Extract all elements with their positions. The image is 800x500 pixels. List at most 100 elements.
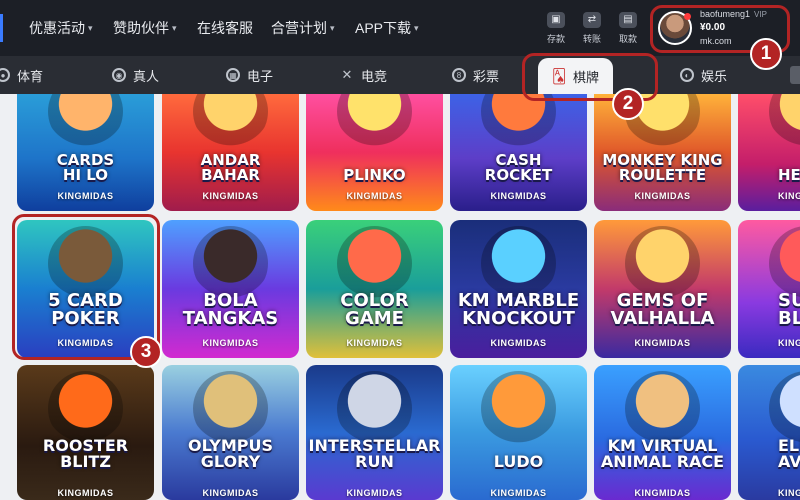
deposit-button[interactable]: ▣ 存款	[545, 0, 567, 56]
game-provider-logo: KINGMIDAS	[57, 488, 114, 498]
nav-label: 优惠活动	[29, 20, 85, 36]
deposit-label: 存款	[546, 33, 565, 44]
chevron-down-icon: ▾	[88, 22, 93, 33]
category-label: 彩票	[473, 68, 500, 84]
nav-label: 合营计划	[271, 20, 327, 36]
game-title: ANDAR BAHAR	[162, 153, 299, 183]
game-title-line: HI LO	[62, 166, 109, 184]
game-title: MONKEY KING ROULETTE	[594, 153, 731, 183]
transfer-button[interactable]: ⇄ 转账	[581, 0, 603, 56]
game-title-line: KNOCKOUT	[462, 308, 575, 329]
game-tile[interactable]: HE KINGMIDAS	[738, 94, 800, 211]
game-title-line: ANIMAL RACE	[600, 452, 725, 471]
game-tile[interactable]: SUGBLA KINGMIDAS	[738, 220, 800, 358]
nav-item-promotions[interactable]: 优惠活动 ▾	[29, 0, 93, 56]
game-tile[interactable]: CARDS HI LO KINGMIDAS	[17, 94, 154, 211]
game-character-art	[625, 371, 700, 446]
game-title: ROOSTER BLITZ	[17, 438, 154, 470]
game-tile[interactable]: BOLA TANGKAS KINGMIDAS	[162, 220, 299, 358]
game-tile[interactable]: OLYMPUS GLORY KINGMIDAS	[162, 365, 299, 500]
game-provider-logo: KINGMIDAS	[778, 191, 800, 201]
transfer-label: 转账	[582, 33, 601, 44]
game-tile[interactable]: KM VIRTUAL ANIMAL RACE KINGMIDAS	[594, 365, 731, 500]
nav-item-app-download[interactable]: APP下载 ▾	[355, 0, 419, 56]
nav-item-sponsors[interactable]: 赞助伙伴 ▾	[113, 0, 177, 56]
game-title-line: ROCKET	[484, 166, 553, 184]
game-tile[interactable]: GEMS OF VALHALLA KINGMIDAS	[594, 220, 731, 358]
nav-label: 在线客服	[197, 20, 253, 36]
game-title: BOLA TANGKAS	[162, 292, 299, 328]
category-live[interactable]: ◉ 真人	[112, 56, 159, 94]
game-title: CASH ROCKET	[450, 153, 587, 183]
withdraw-label: 取款	[618, 33, 637, 44]
chevron-down-icon: ▾	[414, 22, 419, 33]
live-casino-icon: ◉	[112, 68, 126, 82]
game-title: INTERSTELLAR RUN	[306, 438, 443, 470]
game-provider-logo: KINGMIDAS	[346, 338, 403, 348]
game-tile[interactable]: KM MARBLE KNOCKOUT KINGMIDAS	[450, 220, 587, 358]
annotation-badge-3: 3	[130, 336, 162, 368]
scroll-more-indicator[interactable]	[790, 66, 800, 84]
game-title-line: VALHALLA	[610, 308, 715, 329]
annotation-badge-2: 2	[612, 88, 644, 120]
game-title-line: LUDO	[493, 452, 544, 471]
game-provider-logo: KINGMIDAS	[202, 338, 259, 348]
game-character-art	[337, 371, 412, 446]
game-title: ELITE AV	[778, 438, 800, 470]
category-bar: ● 体育 ◉ 真人 ▦ 电子 ✕ 电竞 8 彩票 🂡 棋牌 ◐ 娱乐	[0, 56, 800, 94]
game-provider-logo: KINGMIDAS	[346, 488, 403, 498]
game-provider-logo: KINGMIDAS	[57, 191, 114, 201]
game-title-line: BLITZ	[60, 452, 111, 471]
lottery-icon: 8	[452, 68, 466, 82]
category-label: 真人	[133, 68, 160, 84]
category-lottery[interactable]: 8 彩票	[452, 56, 499, 94]
game-tile[interactable]: COLOR GAME KINGMIDAS	[306, 220, 443, 358]
nav-item-support[interactable]: 在线客服	[197, 0, 253, 56]
game-title: COLOR GAME	[306, 292, 443, 328]
esports-icon: ✕	[341, 67, 353, 82]
category-label: 娱乐	[701, 68, 728, 84]
game-provider-logo: KINGMIDAS	[202, 191, 259, 201]
game-provider-logo: KINGMIDAS	[490, 488, 547, 498]
game-title: CARDS HI LO	[17, 153, 154, 183]
game-tile[interactable]: ROOSTER BLITZ KINGMIDAS	[17, 365, 154, 500]
game-provider-logo: KINGMIDAS	[634, 338, 691, 348]
game-tile[interactable]: ELITE AV KINGMIDAS	[738, 365, 800, 500]
game-provider-logo: KINGMIDAS	[778, 488, 800, 498]
game-character-art	[481, 371, 556, 446]
nav-item-affiliate[interactable]: 合营计划 ▾	[271, 0, 335, 56]
wallet-icon: ▣	[547, 11, 565, 28]
chevron-down-icon: ▾	[330, 22, 335, 33]
left-edge-marker	[0, 14, 3, 42]
game-title: PLINKO	[306, 168, 443, 183]
game-provider-logo: KINGMIDAS	[346, 191, 403, 201]
game-tile[interactable]: CASH ROCKET KINGMIDAS	[450, 94, 587, 211]
annotation-badge-1: 1	[750, 38, 782, 70]
category-label: 电竞	[361, 68, 388, 84]
withdraw-button[interactable]: ▤ 取款	[617, 0, 639, 56]
slots-icon: ▦	[226, 68, 240, 82]
category-esports[interactable]: ✕ 电竞	[340, 56, 387, 94]
category-label: 体育	[17, 68, 44, 84]
game-title-line: TANGKAS	[182, 308, 279, 329]
game-provider-logo: KINGMIDAS	[634, 191, 691, 201]
category-slots[interactable]: ▦ 电子	[226, 56, 273, 94]
game-tile[interactable]: INTERSTELLAR RUN KINGMIDAS	[306, 365, 443, 500]
category-entertainment[interactable]: ◐ 娱乐	[680, 56, 727, 94]
game-title-line: PLINKO	[343, 166, 406, 184]
game-title: SUGBLA	[778, 292, 800, 328]
sports-icon: ●	[0, 68, 10, 82]
game-title-line: BLA	[778, 308, 800, 329]
game-provider-logo: KINGMIDAS	[202, 488, 259, 498]
game-title: KM MARBLE KNOCKOUT	[450, 292, 587, 328]
nav-label: 赞助伙伴	[113, 20, 169, 36]
game-title: LUDO	[450, 454, 587, 470]
game-tile[interactable]: ANDAR BAHAR KINGMIDAS	[162, 94, 299, 211]
category-sports[interactable]: ● 体育	[0, 56, 43, 94]
game-title-line: GLORY	[200, 452, 261, 471]
game-title: OLYMPUS GLORY	[162, 438, 299, 470]
game-tile[interactable]: LUDO KINGMIDAS	[450, 365, 587, 500]
game-tile[interactable]: PLINKO KINGMIDAS	[306, 94, 443, 211]
game-character-art	[48, 371, 123, 446]
game-provider-logo: KINGMIDAS	[490, 338, 547, 348]
